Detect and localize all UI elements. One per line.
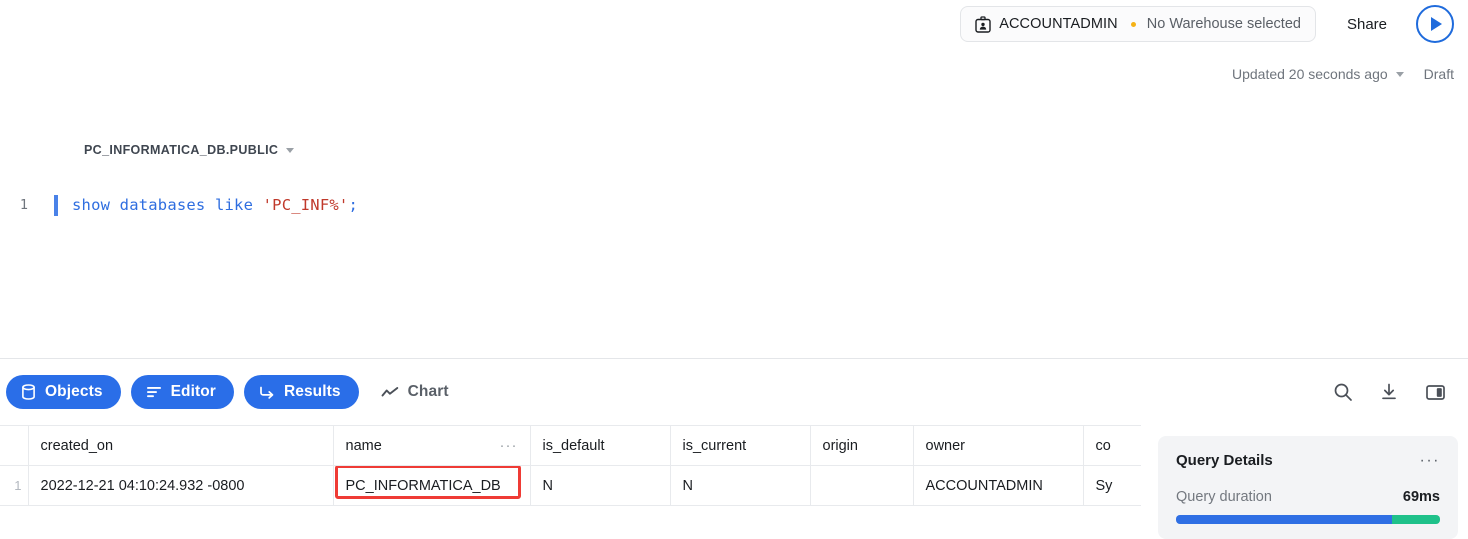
column-header-origin[interactable]: origin [810,425,914,466]
play-icon [1431,17,1442,31]
column-header-name-label: name [345,437,382,454]
updated-timestamp: Updated 20 seconds ago [1231,66,1388,82]
tab-results-label: Results [283,383,341,400]
query-duration-bar-blue-segment [1176,515,1393,524]
query-duration-label: Query duration [1176,489,1272,505]
query-duration-row: Query duration 69ms [1176,489,1440,505]
column-header-created-on[interactable]: created_on [28,425,334,466]
tab-objects[interactable]: Objects [6,375,121,409]
column-header-origin-label: origin [822,437,858,454]
split-panel-icon[interactable] [1416,375,1454,409]
column-header-owner[interactable]: owner [913,425,1084,466]
database-icon [21,384,36,400]
tab-editor[interactable]: Editor [130,375,234,409]
database-schema-label: PC_INFORMATICA_DB.PUBLIC [84,143,279,157]
cell-name-text: PC_INFORMATICA_DB [345,477,501,494]
query-duration-value: 69ms [1402,489,1440,505]
column-menu-icon[interactable]: ··· [500,438,518,453]
top-bar: ACCOUNTADMIN No Warehouse selected Share [0,0,1468,48]
query-details-menu-icon[interactable]: ··· [1420,452,1440,469]
share-button[interactable]: Share [1329,6,1404,42]
sql-worksheet-app: ACCOUNTADMIN No Warehouse selected Share… [0,0,1468,539]
column-header-is-default[interactable]: is_default [530,425,671,466]
sql-editor[interactable]: 1 show databases like 'PC_INF%'; [0,190,1468,355]
id-badge-icon [975,15,991,33]
sql-code-text[interactable]: show databases like 'PC_INF%'; [72,190,358,220]
warehouse-label: No Warehouse selected [1146,16,1301,32]
cell-owner[interactable]: ACCOUNTADMIN [913,465,1084,506]
table-header-row: created_on name ··· is_default is_curren… [0,425,1141,466]
row-number-header [0,425,29,466]
query-details-panel: Query Details ··· Query duration 69ms [1158,436,1458,539]
column-header-name[interactable]: name ··· [333,425,531,466]
cell-is-current[interactable]: N [670,465,811,506]
status-row: Updated 20 seconds ago Draft [1232,66,1454,82]
column-header-comment[interactable]: co [1083,425,1141,466]
search-icon[interactable] [1324,375,1362,409]
table-row[interactable]: 1 2022-12-21 04:10:24.932 -0800 PC_INFOR… [0,465,1141,506]
cursor-indicator [54,195,58,216]
row-number-cell: 1 [0,465,29,506]
query-details-title: Query Details [1176,452,1273,469]
line-chart-icon [381,385,399,399]
query-details-header: Query Details ··· [1176,452,1440,469]
results-table: created_on name ··· is_default is_curren… [0,425,1141,506]
warehouse-status-dot [1130,21,1136,27]
results-tab-bar: Objects Editor Results Chart [0,359,1468,425]
tab-objects-label: Objects [45,383,103,400]
query-duration-bar [1176,515,1440,524]
sql-semicolon: ; [348,196,358,214]
column-header-owner-label: owner [925,437,966,454]
cell-origin[interactable] [810,465,914,506]
draft-status-badge: Draft [1423,66,1454,82]
sql-string-literal: 'PC_INF%' [262,196,349,214]
editor-line: 1 show databases like 'PC_INF%'; [0,190,1468,220]
results-table-container[interactable]: created_on name ··· is_default is_curren… [0,425,1141,539]
cell-name[interactable]: PC_INFORMATICA_DB [333,465,531,506]
session-context-chip[interactable]: ACCOUNTADMIN No Warehouse selected [960,6,1316,42]
tab-editor-label: Editor [170,383,216,400]
download-icon[interactable] [1370,375,1408,409]
column-header-comment-label: co [1095,437,1111,454]
lines-icon [146,385,162,399]
chevron-down-icon [286,147,295,153]
cell-comment[interactable]: Sy [1083,465,1141,506]
column-header-is-current-label: is_current [682,437,747,454]
sql-keyword: show databases like [72,196,263,214]
run-query-button[interactable] [1416,5,1454,43]
cell-is-default[interactable]: N [530,465,671,506]
tab-chart-label: Chart [407,383,449,400]
chevron-down-icon[interactable] [1395,71,1404,77]
column-header-created-on-label: created_on [40,437,114,454]
query-duration-bar-green-segment [1392,515,1440,524]
column-header-is-default-label: is_default [542,437,605,454]
tab-chart[interactable]: Chart [369,375,467,409]
current-role-label: ACCOUNTADMIN [999,16,1118,32]
line-number: 1 [19,197,28,213]
database-schema-selector[interactable]: PC_INFORMATICA_DB.PUBLIC [84,143,295,157]
arrow-return-icon [259,385,275,400]
cell-created-on[interactable]: 2022-12-21 04:10:24.932 -0800 [28,465,334,506]
tab-results[interactable]: Results [243,375,359,409]
column-header-is-current[interactable]: is_current [670,425,811,466]
